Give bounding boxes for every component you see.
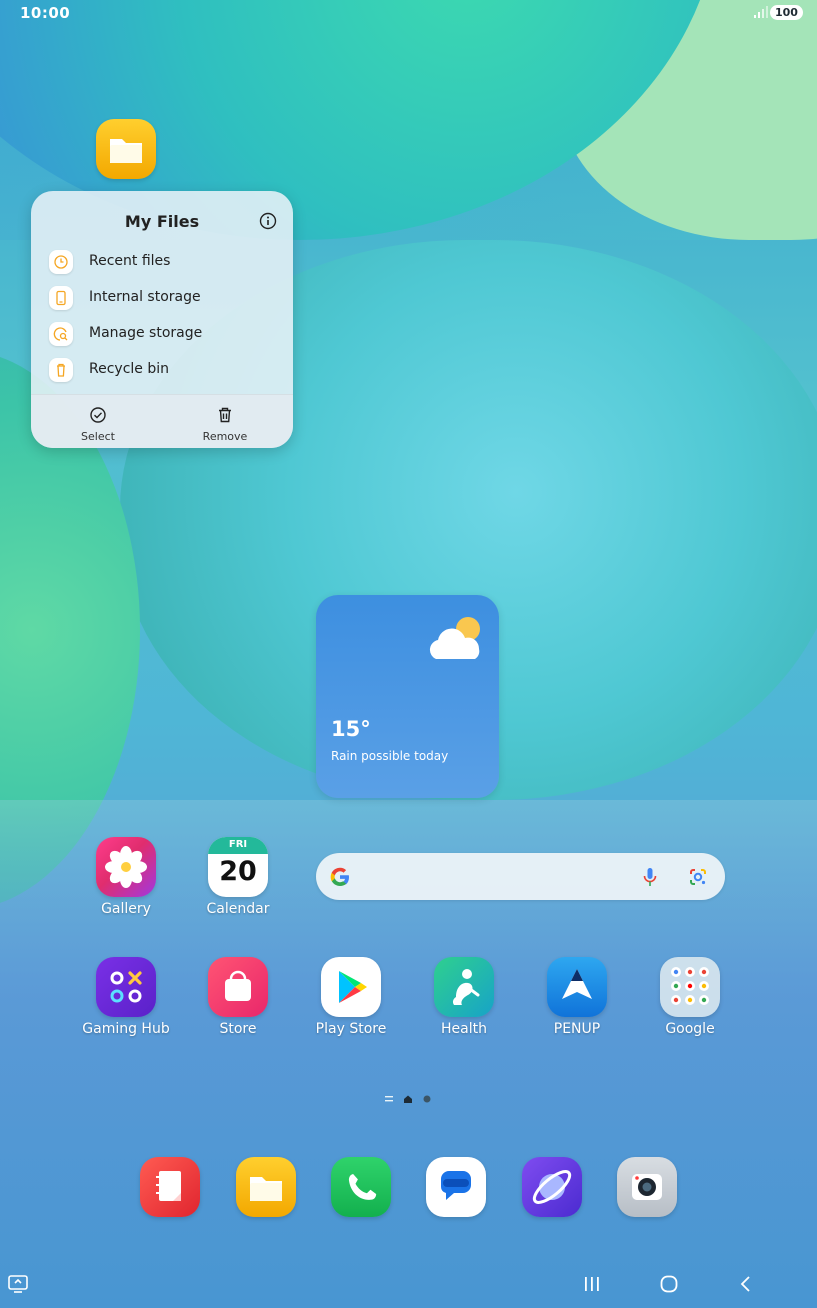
- clock-icon: [49, 250, 73, 274]
- page-indicator[interactable]: [385, 1094, 435, 1104]
- shopping-bag-icon: [225, 970, 251, 1001]
- battery-indicator: 100: [770, 5, 803, 20]
- status-time: 10:00: [20, 4, 71, 22]
- calendar-date: 20: [219, 856, 257, 887]
- weather-forecast: Rain possible today: [331, 749, 449, 763]
- microphone-icon[interactable]: [638, 865, 662, 889]
- gallery-app-icon[interactable]: [96, 837, 156, 897]
- signal-icon: [754, 6, 768, 18]
- partly-cloudy-icon: [429, 617, 480, 659]
- status-bar: 10:00 100: [0, 0, 817, 26]
- menu-item-recycle-bin[interactable]: Recycle bin: [49, 354, 279, 386]
- penup-app-icon[interactable]: [547, 957, 607, 1017]
- internet-icon: [532, 1170, 572, 1204]
- phone-icon: [348, 1173, 377, 1200]
- calendar-app-icon[interactable]: FRI 20: [208, 837, 268, 897]
- camera-app-icon[interactable]: [617, 1157, 677, 1217]
- popup-actions: Select Remove: [31, 394, 293, 448]
- page-dot-icon: [423, 1095, 431, 1103]
- flower-icon: [105, 846, 147, 888]
- menu-item-label: Manage storage: [89, 325, 203, 341]
- google-lens-icon[interactable]: [686, 865, 710, 889]
- popup-title: My Files: [124, 212, 200, 231]
- check-circle-icon: [90, 407, 106, 423]
- app-label: Health: [441, 1021, 487, 1037]
- app-shortcuts-popup: My Files Recent files Internal storage M…: [31, 191, 293, 448]
- running-person-icon: [452, 969, 480, 1005]
- gaming-hub-app-icon[interactable]: [96, 957, 156, 1017]
- gaming-hub-icon: [110, 971, 142, 1003]
- notes-icon: [156, 1171, 181, 1201]
- my-files-dock-icon[interactable]: [236, 1157, 296, 1217]
- trash-icon: [219, 407, 231, 423]
- menu-item-recent-files[interactable]: Recent files: [49, 246, 279, 278]
- home-page-icon: [404, 1095, 412, 1103]
- notes-app-icon[interactable]: [140, 1157, 200, 1217]
- menu-item-internal-storage[interactable]: Internal storage: [49, 282, 279, 314]
- google-folder-icon[interactable]: [660, 957, 720, 1017]
- menu-item-manage-storage[interactable]: Manage storage: [49, 318, 279, 350]
- play-triangle-icon: [339, 971, 367, 1003]
- remove-button[interactable]: Remove: [175, 401, 275, 445]
- app-label: Gaming Hub: [82, 1021, 170, 1037]
- my-files-app-icon[interactable]: [96, 119, 156, 179]
- app-label: Gallery: [101, 901, 151, 917]
- action-label: Select: [81, 430, 115, 443]
- google-search-bar[interactable]: [316, 853, 725, 900]
- select-button[interactable]: Select: [48, 401, 148, 445]
- screen-share-icon[interactable]: [7, 1273, 29, 1295]
- back-icon[interactable]: [736, 1274, 756, 1294]
- health-app-icon[interactable]: [434, 957, 494, 1017]
- menu-item-label: Internal storage: [89, 289, 201, 305]
- menu-lines-icon: [385, 1096, 393, 1098]
- google-g-icon: [330, 867, 349, 886]
- folder-icon: [250, 1177, 282, 1201]
- phone-app-icon[interactable]: [331, 1157, 391, 1217]
- app-label: Play Store: [315, 1021, 387, 1037]
- menu-item-label: Recent files: [89, 253, 171, 269]
- calendar-day: FRI: [228, 839, 248, 850]
- app-label: Store: [219, 1021, 257, 1037]
- weather-temperature: 15°: [331, 717, 371, 741]
- google-apps-grid-icon: [671, 967, 709, 1005]
- messages-app-icon[interactable]: [426, 1157, 486, 1217]
- navigation-bar: [0, 1262, 817, 1308]
- camera-icon: [632, 1174, 662, 1200]
- recent-apps-icon[interactable]: [582, 1274, 602, 1294]
- internet-app-icon[interactable]: [522, 1157, 582, 1217]
- trash-icon: [49, 358, 73, 382]
- weather-widget[interactable]: 15° Rain possible today: [316, 595, 499, 798]
- folder-icon: [110, 139, 142, 163]
- menu-item-label: Recycle bin: [89, 361, 169, 377]
- phone-storage-icon: [49, 286, 73, 310]
- home-icon[interactable]: [659, 1274, 679, 1294]
- storage-search-icon: [49, 322, 73, 346]
- info-icon[interactable]: [259, 212, 277, 230]
- play-store-app-icon[interactable]: [321, 957, 381, 1017]
- app-label: Calendar: [206, 901, 270, 917]
- action-label: Remove: [202, 430, 248, 443]
- app-label: PENUP: [553, 1021, 601, 1037]
- messages-icon: [440, 1171, 471, 1200]
- penup-arrow-icon: [562, 969, 592, 999]
- store-app-icon[interactable]: [208, 957, 268, 1017]
- app-label: Google: [665, 1021, 715, 1037]
